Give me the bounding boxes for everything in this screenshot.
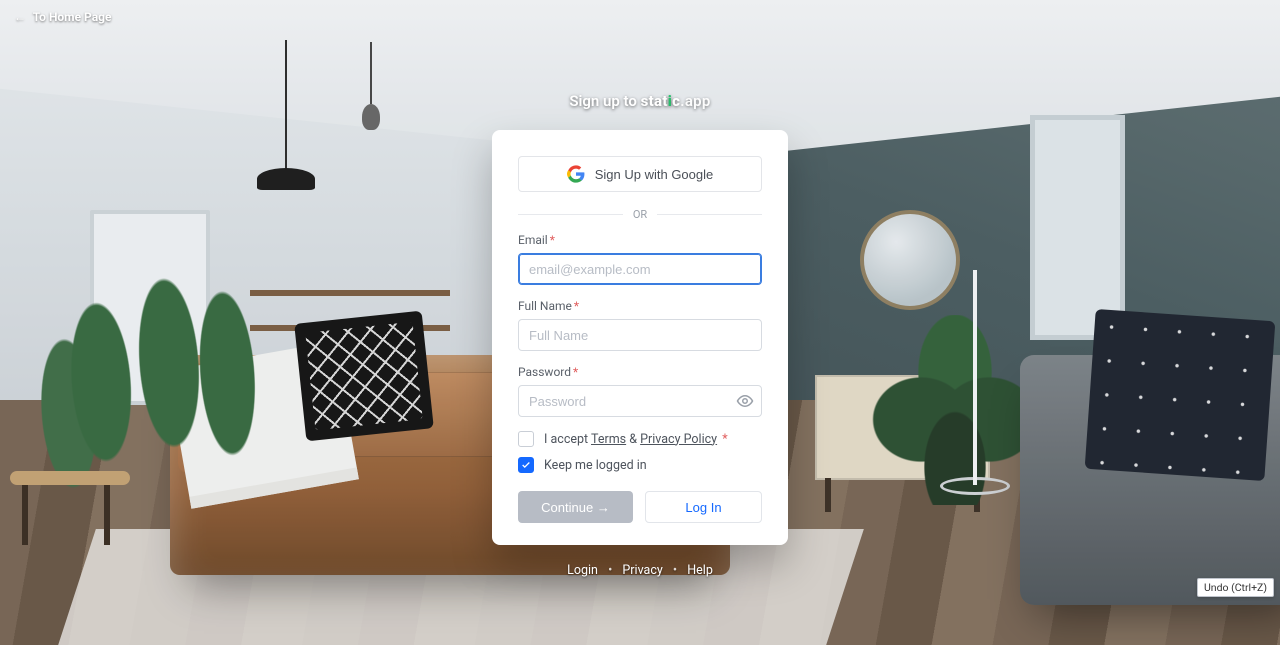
- page-title: Sign up to static.app: [480, 92, 800, 110]
- arrow-left-icon: ←: [14, 10, 26, 24]
- email-required-mark: *: [550, 233, 555, 247]
- accept-terms-checkbox[interactable]: [518, 431, 534, 447]
- or-divider: OR: [518, 208, 762, 221]
- google-signup-label: Sign Up with Google: [595, 167, 714, 182]
- password-required-mark: *: [573, 365, 578, 379]
- privacy-policy-link[interactable]: Privacy Policy: [640, 432, 717, 447]
- footer-links: Login • Privacy • Help: [480, 563, 800, 578]
- fullname-label-text: Full Name: [518, 299, 572, 313]
- keep-logged-row: Keep me logged in: [518, 457, 762, 473]
- email-label: Email*: [518, 233, 762, 247]
- fullname-required-mark: *: [574, 299, 579, 313]
- footer-sep: •: [608, 563, 612, 578]
- undo-hint-tooltip: Undo (Ctrl+Z): [1197, 578, 1274, 597]
- email-field[interactable]: [518, 253, 762, 285]
- password-label: Password*: [518, 365, 762, 379]
- toggle-password-visibility-icon[interactable]: [736, 392, 754, 410]
- terms-required-mark: *: [722, 432, 727, 447]
- email-label-text: Email: [518, 233, 548, 247]
- back-link-prefix: To: [33, 10, 46, 24]
- back-link-target: Home Page: [49, 10, 112, 24]
- accept-terms-prefix: I accept: [544, 432, 588, 447]
- brand-suffix: .app: [680, 92, 710, 110]
- ampersand: &: [629, 432, 637, 447]
- footer-login-link[interactable]: Login: [567, 563, 598, 578]
- continue-button[interactable]: Continue →: [518, 491, 633, 523]
- signup-card: Sign Up with Google OR Email* Full Name*…: [492, 130, 788, 545]
- brand-part-1: stat: [641, 92, 668, 110]
- footer-privacy-link[interactable]: Privacy: [622, 563, 662, 578]
- footer-help-link[interactable]: Help: [687, 563, 713, 578]
- google-signup-button[interactable]: Sign Up with Google: [518, 156, 762, 192]
- terms-link[interactable]: Terms: [591, 432, 626, 447]
- or-divider-text: OR: [633, 208, 647, 221]
- footer-sep: •: [673, 563, 677, 578]
- login-button[interactable]: Log In: [645, 491, 762, 523]
- fullname-field[interactable]: [518, 319, 762, 351]
- page-title-prefix: Sign up to: [569, 92, 637, 110]
- accept-terms-row: I accept Terms & Privacy Policy *: [518, 431, 762, 447]
- keep-logged-in-checkbox[interactable]: [518, 457, 534, 473]
- password-label-text: Password: [518, 365, 571, 379]
- password-field[interactable]: [518, 385, 762, 417]
- keep-logged-label: Keep me logged in: [544, 458, 647, 473]
- back-to-home-link[interactable]: ← To Home Page: [14, 10, 111, 24]
- google-icon: [567, 165, 585, 183]
- fullname-label: Full Name*: [518, 299, 762, 313]
